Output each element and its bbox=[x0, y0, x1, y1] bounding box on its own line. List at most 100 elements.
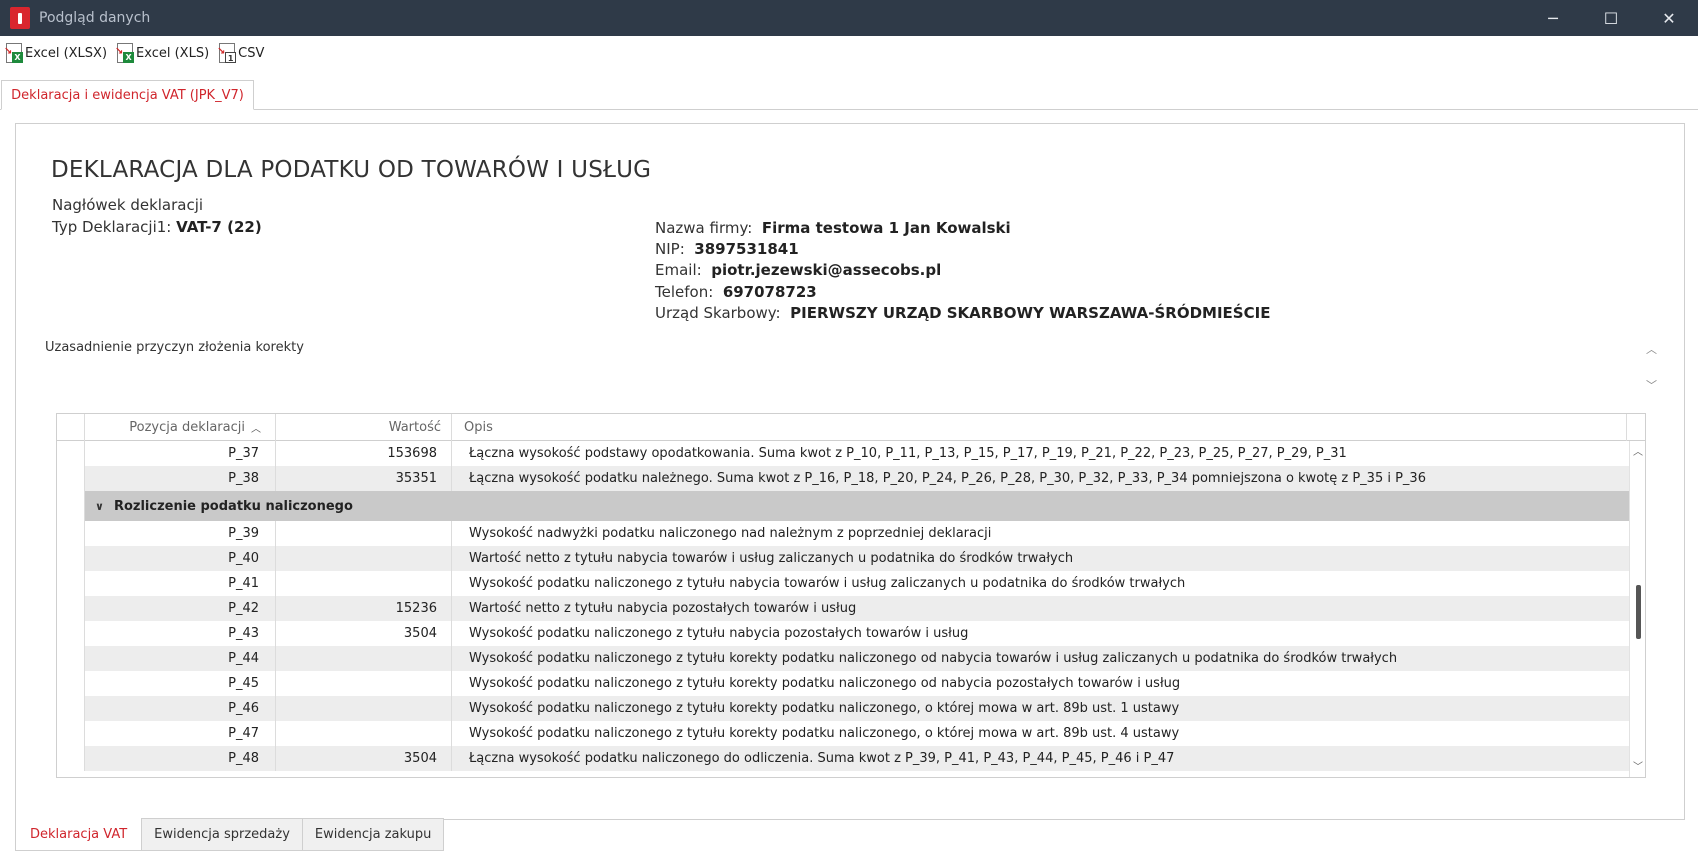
email-label: Email: bbox=[655, 261, 702, 280]
export-csv-button[interactable]: ↘ 1 CSV bbox=[217, 40, 266, 66]
app-logo-icon bbox=[10, 7, 30, 29]
maximize-button[interactable]: ☐ bbox=[1582, 0, 1640, 36]
declaration-type-value: VAT-7 (22) bbox=[176, 218, 262, 236]
chevron-down-icon[interactable]: ﹀ bbox=[1646, 377, 1657, 393]
cell-value bbox=[276, 646, 452, 671]
chevron-up-icon[interactable]: ︿ bbox=[1646, 341, 1657, 357]
top-tabstrip: Deklaracja i ewidencja VAT (JPK_V7) bbox=[0, 80, 1698, 110]
grid-header: Pozycja deklaracji ︿ Wartość Opis bbox=[57, 414, 1645, 441]
scroll-up-icon[interactable]: ︿ bbox=[1633, 443, 1643, 458]
export-csv-label: CSV bbox=[238, 45, 265, 61]
cell-description: Łączna wysokość podstawy opodatkowania. … bbox=[469, 446, 1347, 461]
cell-position: P_47 bbox=[85, 721, 276, 746]
declaration-grid: Pozycja deklaracji ︿ Wartość Opis P_37 1… bbox=[56, 413, 1646, 778]
row-indicator-header bbox=[57, 414, 85, 441]
table-row[interactable]: P_43 3504 Wysokość podatku naliczonego z… bbox=[57, 621, 1629, 646]
cell-description: Wartość netto z tytułu nabycia towarów i… bbox=[469, 551, 1074, 566]
scroll-down-icon[interactable]: ﹀ bbox=[1633, 758, 1643, 773]
window-title: Podgląd danych bbox=[39, 10, 151, 26]
cell-position: P_43 bbox=[85, 621, 276, 646]
nip-value: 3897531841 bbox=[694, 240, 799, 259]
tab-deklaracja-vat[interactable]: Deklaracja VAT bbox=[15, 818, 143, 851]
title-bar: Podgląd danych ─ ☐ ✕ bbox=[0, 0, 1698, 36]
grid-vertical-scrollbar[interactable]: ︿ ﹀ bbox=[1629, 441, 1645, 777]
cell-description: Wartość netto z tytułu nabycia pozostały… bbox=[469, 601, 857, 616]
cell-description: Wysokość nadwyżki podatku naliczonego na… bbox=[469, 526, 992, 541]
cell-value: 153698 bbox=[276, 441, 452, 466]
csv-icon: ↘ 1 bbox=[217, 43, 237, 63]
group-row[interactable]: ∨ Rozliczenie podatku naliczonego bbox=[57, 491, 1629, 521]
declaration-type: Typ Deklaracji1: VAT-7 (22) bbox=[52, 218, 262, 236]
table-row[interactable]: P_38 35351 Łączna wysokość podatku należ… bbox=[57, 466, 1629, 491]
cell-description: Wysokość podatku naliczonego z tytułu ko… bbox=[469, 701, 1180, 716]
cell-position: P_45 bbox=[85, 671, 276, 696]
firm-details: Nazwa firmy: Firma testowa 1 Jan Kowalsk… bbox=[655, 218, 1270, 324]
column-header-position-label: Pozycja deklaracji bbox=[129, 420, 245, 435]
email-value: piotr.jezewski@assecobs.pl bbox=[711, 261, 942, 280]
cell-value bbox=[276, 521, 452, 546]
cell-position: P_44 bbox=[85, 646, 276, 671]
chevron-down-icon[interactable]: ∨ bbox=[95, 500, 104, 513]
close-button[interactable]: ✕ bbox=[1640, 0, 1698, 36]
window-controls: ─ ☐ ✕ bbox=[1524, 0, 1698, 36]
tab-ewidencja-zakupu[interactable]: Ewidencja zakupu bbox=[302, 818, 445, 851]
firm-name-value: Firma testowa 1 Jan Kowalski bbox=[761, 219, 1011, 237]
export-xlsx-label: Excel (XLSX) bbox=[25, 45, 108, 61]
table-row[interactable]: P_39 Wysokość nadwyżki podatku naliczone… bbox=[57, 521, 1629, 546]
cell-position: P_40 bbox=[85, 546, 276, 571]
phone-label: Telefon: bbox=[655, 282, 714, 301]
column-header-description[interactable]: Opis bbox=[452, 414, 1627, 441]
excel-xlsx-icon: ↘ X bbox=[4, 43, 23, 63]
cell-value: 3504 bbox=[276, 746, 452, 771]
cell-value bbox=[276, 721, 452, 746]
excel-xls-icon: ↘ X bbox=[115, 43, 135, 63]
cell-description: Wysokość podatku naliczonego z tytułu ko… bbox=[469, 651, 1398, 666]
scrollbar-thumb[interactable] bbox=[1636, 585, 1641, 639]
tax-office-label: Urząd Skarbowy: bbox=[655, 303, 781, 322]
header-label: Nagłówek deklaracji bbox=[52, 196, 204, 214]
cell-value bbox=[276, 546, 452, 571]
cell-value bbox=[276, 696, 452, 721]
minimize-button[interactable]: ─ bbox=[1524, 0, 1582, 36]
table-row[interactable]: P_48 3504 Łączna wysokość podatku nalicz… bbox=[57, 746, 1629, 771]
firm-name-label: Nazwa firmy: bbox=[655, 219, 753, 237]
cell-position: P_39 bbox=[85, 521, 276, 546]
bottom-tabstrip: Deklaracja VAT Ewidencja sprzedaży Ewide… bbox=[15, 818, 445, 852]
export-xls-label: Excel (XLS) bbox=[136, 45, 210, 61]
cell-value bbox=[276, 571, 452, 596]
cell-position: P_37 bbox=[85, 441, 276, 466]
declaration-type-label: Typ Deklaracji1: bbox=[52, 218, 172, 236]
tax-office-value: PIERWSZY URZĄD SKARBOWY WARSZAWA-ŚRÓDMIE… bbox=[790, 303, 1271, 322]
table-row[interactable]: P_40 Wartość netto z tytułu nabycia towa… bbox=[57, 546, 1629, 571]
cell-value: 3504 bbox=[276, 621, 452, 646]
sort-ascending-icon: ︿ bbox=[251, 424, 261, 435]
cell-value: 15236 bbox=[276, 596, 452, 621]
column-header-position[interactable]: Pozycja deklaracji ︿ bbox=[85, 414, 276, 441]
page-title: DEKLARACJA DLA PODATKU OD TOWARÓW I USŁU… bbox=[51, 157, 652, 183]
group-label: Rozliczenie podatku naliczonego bbox=[113, 498, 353, 514]
column-header-value[interactable]: Wartość bbox=[276, 414, 452, 441]
cell-description: Łączna wysokość podatku naliczonego do o… bbox=[469, 751, 1175, 766]
cell-description: Wysokość podatku naliczonego z tytułu ko… bbox=[469, 726, 1180, 741]
grid-rows: P_37 153698 Łączna wysokość podstawy opo… bbox=[57, 441, 1629, 771]
table-row[interactable]: P_46 Wysokość podatku naliczonego z tytu… bbox=[57, 696, 1629, 721]
nip-label: NIP: bbox=[655, 240, 685, 259]
export-xlsx-button[interactable]: ↘ X Excel (XLSX) bbox=[4, 40, 109, 66]
table-row[interactable]: P_47 Wysokość podatku naliczonego z tytu… bbox=[57, 721, 1629, 746]
cell-description: Wysokość podatku naliczonego z tytułu na… bbox=[469, 626, 969, 641]
table-row[interactable]: P_37 153698 Łączna wysokość podstawy opo… bbox=[57, 441, 1629, 466]
cell-description: Wysokość podatku naliczonego z tytułu na… bbox=[469, 576, 1186, 591]
table-row[interactable]: P_42 15236 Wartość netto z tytułu nabyci… bbox=[57, 596, 1629, 621]
tab-jpk-v7[interactable]: Deklaracja i ewidencja VAT (JPK_V7) bbox=[1, 80, 254, 110]
cell-value bbox=[276, 671, 452, 696]
cell-position: P_38 bbox=[85, 466, 276, 491]
declaration-panel: DEKLARACJA DLA PODATKU OD TOWARÓW I USŁU… bbox=[15, 123, 1685, 820]
table-row[interactable]: P_41 Wysokość podatku naliczonego z tytu… bbox=[57, 571, 1629, 596]
cell-position: P_48 bbox=[85, 746, 276, 771]
table-row[interactable]: P_44 Wysokość podatku naliczonego z tytu… bbox=[57, 646, 1629, 671]
tab-ewidencja-sprzedazy[interactable]: Ewidencja sprzedaży bbox=[142, 818, 303, 851]
cell-position: P_41 bbox=[85, 571, 276, 596]
table-row[interactable]: P_45 Wysokość podatku naliczonego z tytu… bbox=[57, 671, 1629, 696]
cell-description: Wysokość podatku naliczonego z tytułu ko… bbox=[469, 676, 1181, 691]
export-xls-button[interactable]: ↘ X Excel (XLS) bbox=[115, 40, 211, 66]
